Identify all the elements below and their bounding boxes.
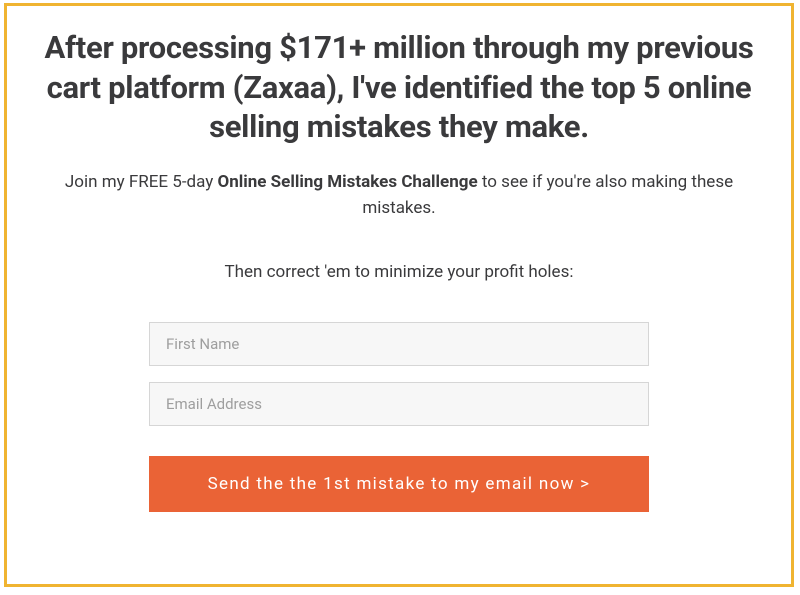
signup-form: Send the the 1st mistake to my email now… [149, 322, 649, 512]
email-field[interactable] [149, 382, 649, 426]
first-name-field[interactable] [149, 322, 649, 366]
followup-text: Then correct 'em to minimize your profit… [225, 262, 574, 282]
subhead-prefix: Join my FREE 5-day [65, 172, 218, 192]
subhead: Join my FREE 5-day Online Selling Mistak… [35, 169, 763, 222]
landing-frame: After processing $171+ million through m… [4, 3, 794, 587]
submit-button[interactable]: Send the the 1st mistake to my email now… [149, 456, 649, 512]
headline: After processing $171+ million through m… [35, 28, 763, 147]
subhead-bold: Online Selling Mistakes Challenge [218, 172, 478, 192]
